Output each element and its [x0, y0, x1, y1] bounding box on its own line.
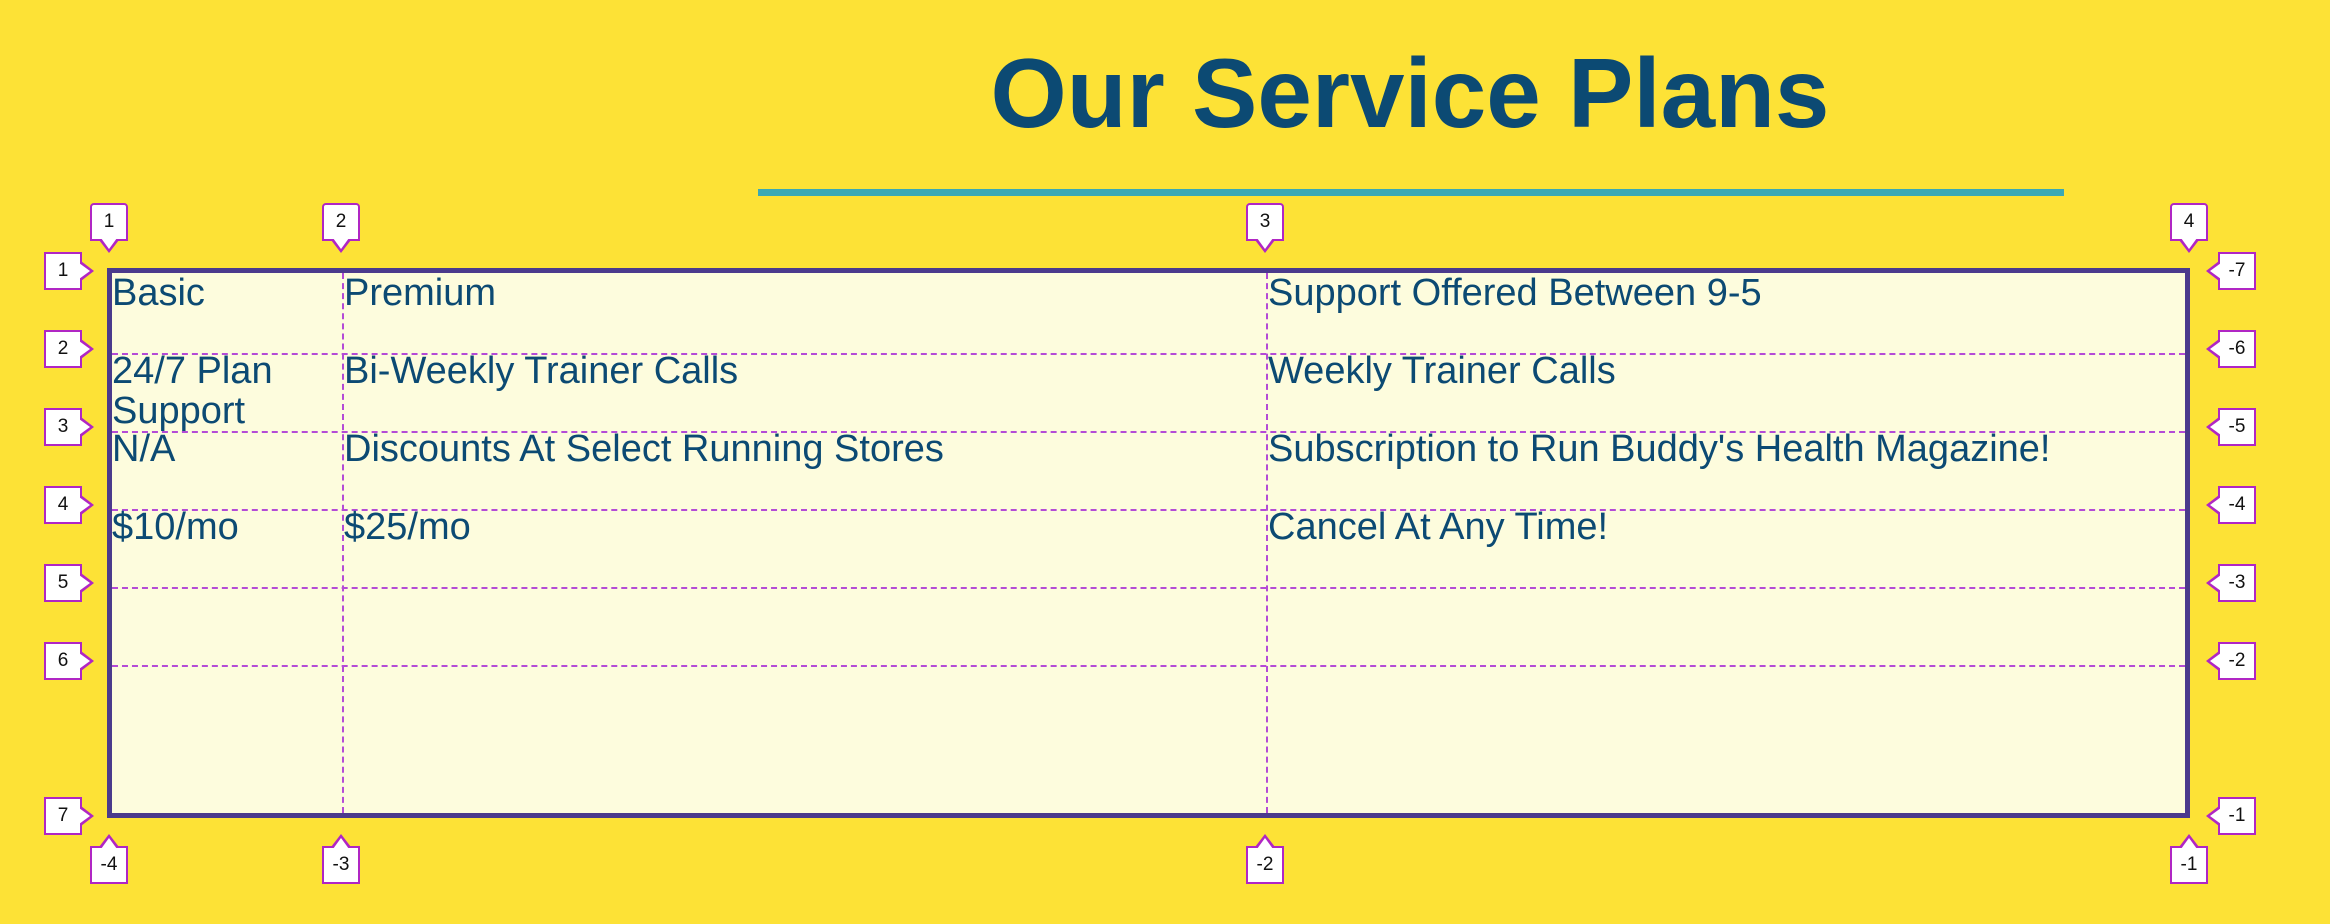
grid-column-number-tag: 1	[90, 203, 128, 253]
grid-row-number-tag: 4	[44, 486, 94, 524]
grid-cell: 24/7 Plan Support	[112, 350, 273, 432]
grid-row-number-tag: 7	[44, 797, 94, 835]
page-title: Our Service Plans	[990, 38, 1830, 148]
grid-column-number-tag: -2	[1246, 834, 1284, 884]
grid-row-line	[112, 587, 2185, 589]
grid-column-number-tag: 4	[2170, 203, 2208, 253]
grid-cell: Subscription to Run Buddy's Health Magaz…	[1268, 428, 2051, 470]
grid-row-number-tag: 5	[44, 564, 94, 602]
grid-cell: Basic	[112, 272, 205, 314]
grid-cell: N/A	[112, 428, 176, 470]
grid-row-line	[112, 665, 2185, 667]
grid-cell: Weekly Trainer Calls	[1268, 350, 1616, 392]
grid-row-number-tag: 6	[44, 642, 94, 680]
grid-cell: Bi-Weekly Trainer Calls	[344, 350, 739, 392]
title-underline	[758, 189, 2064, 196]
grid-column-number-tag: -1	[2170, 834, 2208, 884]
grid-cell: Discounts At Select Running Stores	[344, 428, 944, 470]
grid-row-number-tag: 1	[44, 252, 94, 290]
grid-column-number-tag: 3	[1246, 203, 1284, 253]
grid-row-number-tag: -7	[2206, 252, 2256, 290]
grid-row-number-tag: 2	[44, 330, 94, 368]
grid-cell: Cancel At Any Time!	[1268, 506, 1609, 548]
grid-row-number-tag: -5	[2206, 408, 2256, 446]
plans-grid: Basic Premium Support Offered Between 9-…	[107, 268, 2190, 818]
grid-cell: Premium	[344, 272, 497, 314]
grid-column-number-tag: -4	[90, 834, 128, 884]
grid-row-number-tag: -6	[2206, 330, 2256, 368]
grid-column-number-tag: -3	[322, 834, 360, 884]
grid-cell: Support Offered Between 9-5	[1268, 272, 1762, 314]
grid-column-number-tag: 2	[322, 203, 360, 253]
grid-cell: $25/mo	[344, 506, 471, 548]
grid-row-number-tag: -4	[2206, 486, 2256, 524]
grid-row-number-tag: -1	[2206, 797, 2256, 835]
grid-cell: $10/mo	[112, 506, 239, 548]
grid-row-number-tag: 3	[44, 408, 94, 446]
grid-row-number-tag: -2	[2206, 642, 2256, 680]
grid-row-number-tag: -3	[2206, 564, 2256, 602]
